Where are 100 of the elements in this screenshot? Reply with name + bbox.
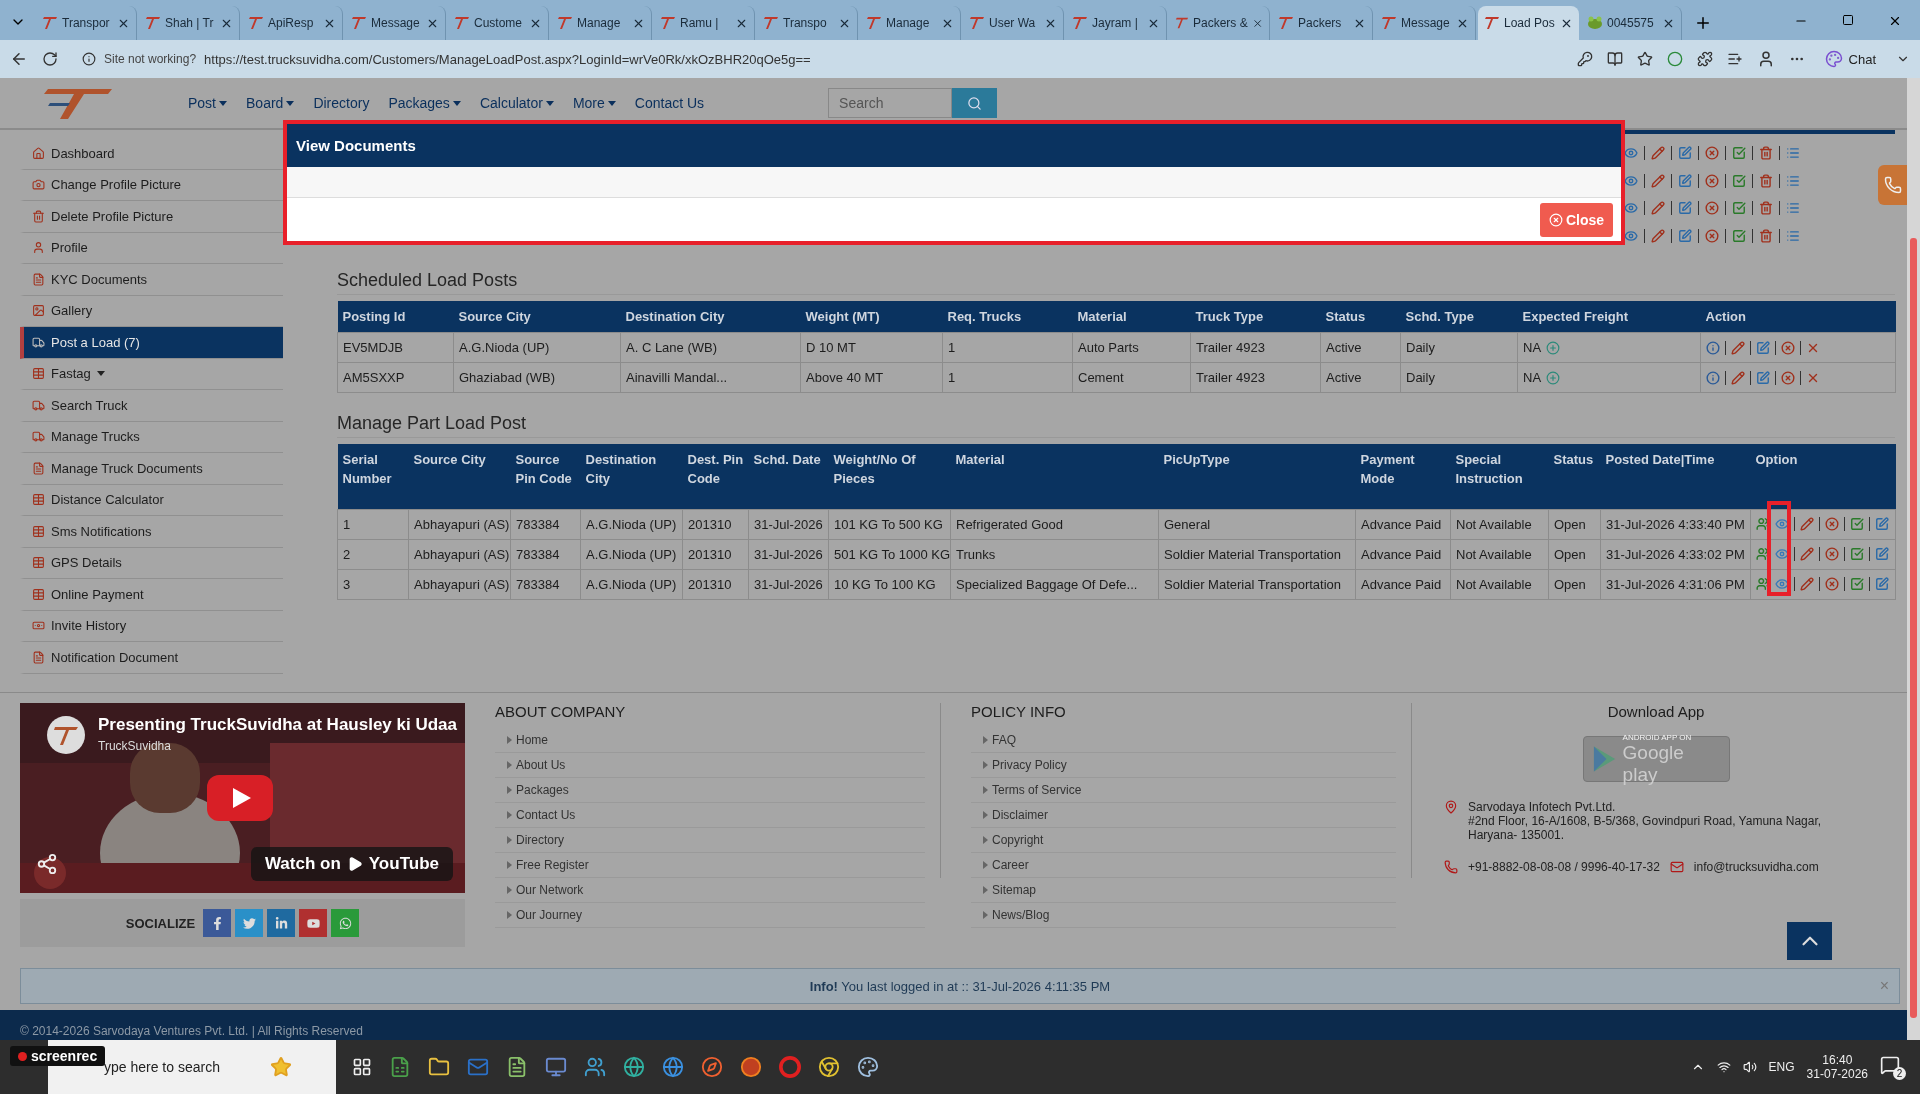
sidebar-item[interactable]: Manage Trucks bbox=[20, 421, 283, 453]
search-field[interactable]: Search bbox=[828, 88, 953, 118]
sidebar-item[interactable]: Post a Load (7) bbox=[20, 327, 283, 359]
reload-icon[interactable] bbox=[42, 51, 58, 67]
check-icon[interactable] bbox=[1732, 145, 1746, 160]
check-icon[interactable] bbox=[1850, 517, 1864, 531]
puzzle-icon[interactable] bbox=[1696, 51, 1713, 67]
pencil-icon[interactable] bbox=[1651, 173, 1665, 188]
sidebar-item[interactable]: GPS Details bbox=[20, 547, 283, 579]
sidebar-item[interactable]: Notification Document bbox=[20, 642, 283, 674]
phone-tab[interactable] bbox=[1878, 165, 1908, 205]
trash-icon[interactable] bbox=[1759, 173, 1773, 188]
cancel-icon[interactable] bbox=[1781, 340, 1795, 355]
pencil-icon[interactable] bbox=[1651, 145, 1665, 160]
footer-link[interactable]: News/Blog bbox=[971, 903, 1396, 928]
list-icon[interactable] bbox=[1786, 173, 1800, 188]
linkedin-icon[interactable] bbox=[267, 909, 296, 937]
check-icon[interactable] bbox=[1732, 229, 1746, 244]
sidebar-item[interactable]: Invite History bbox=[20, 610, 283, 642]
youtube-icon[interactable] bbox=[299, 909, 328, 937]
edit-icon[interactable] bbox=[1678, 173, 1692, 188]
eye-icon[interactable] bbox=[1624, 201, 1638, 216]
sidebar-item[interactable]: Distance Calculator bbox=[20, 484, 283, 516]
cancel-icon[interactable] bbox=[1705, 173, 1719, 188]
footer-link[interactable]: Our Journey bbox=[495, 903, 925, 928]
edit-icon[interactable] bbox=[1678, 229, 1692, 244]
eye-icon[interactable] bbox=[1624, 229, 1638, 244]
trash-icon[interactable] bbox=[1759, 201, 1773, 216]
footer-link[interactable]: Directory bbox=[495, 828, 925, 853]
site-warning[interactable]: Site not working? bbox=[104, 52, 197, 66]
edit-icon[interactable] bbox=[1756, 340, 1770, 355]
footer-link[interactable]: Privacy Policy bbox=[971, 753, 1396, 778]
edit-icon[interactable] bbox=[1678, 145, 1692, 160]
browser-icon[interactable] bbox=[779, 1056, 801, 1078]
eye-icon[interactable] bbox=[1775, 547, 1789, 561]
trash-icon[interactable] bbox=[1759, 229, 1773, 244]
pencil-icon[interactable] bbox=[1800, 547, 1814, 561]
nav-link[interactable]: Board bbox=[246, 95, 295, 111]
trash-icon[interactable] bbox=[1759, 145, 1773, 160]
chrome-icon[interactable] bbox=[818, 1056, 840, 1078]
footer-link[interactable]: Packages bbox=[495, 778, 925, 803]
eye-icon[interactable] bbox=[1775, 517, 1789, 531]
task-view-icon[interactable] bbox=[352, 1057, 372, 1077]
edit-icon[interactable] bbox=[1875, 547, 1889, 561]
sidebar-item[interactable]: Profile bbox=[20, 232, 283, 264]
back-icon[interactable] bbox=[10, 50, 28, 68]
edit-icon[interactable] bbox=[1875, 577, 1889, 591]
cancel-icon[interactable] bbox=[1705, 229, 1719, 244]
pencil-icon[interactable] bbox=[1800, 577, 1814, 591]
cancel-icon[interactable] bbox=[1705, 145, 1719, 160]
list-icon[interactable] bbox=[1786, 145, 1800, 160]
video-title[interactable]: Presenting TruckSuvidha at Hausley ki Udaa bbox=[98, 715, 458, 735]
maximize-icon[interactable] bbox=[1842, 14, 1854, 26]
sidebar-item[interactable]: Online Payment bbox=[20, 579, 283, 611]
sidebar-item[interactable]: Delete Profile Picture bbox=[20, 201, 283, 233]
browser-icon[interactable] bbox=[623, 1056, 645, 1078]
email-link[interactable]: info@trucksuvidha.com bbox=[1693, 860, 1819, 874]
footer-link[interactable]: Free Register bbox=[495, 853, 925, 878]
browser-icon[interactable] bbox=[740, 1056, 762, 1078]
footer-link[interactable]: Terms of Service bbox=[971, 778, 1396, 803]
list-icon[interactable] bbox=[1786, 229, 1800, 244]
check-icon[interactable] bbox=[1732, 201, 1746, 216]
edit-icon[interactable] bbox=[1678, 201, 1692, 216]
chat-button[interactable]: Chat bbox=[1818, 48, 1882, 70]
sidebar-item[interactable]: Search Truck bbox=[20, 390, 283, 422]
sidebar-item[interactable]: Sms Notifications bbox=[20, 516, 283, 548]
key-icon[interactable] bbox=[1576, 51, 1593, 67]
pencil-icon[interactable] bbox=[1731, 340, 1745, 355]
info-icon[interactable] bbox=[82, 52, 96, 66]
sidebar-item[interactable]: KYC Documents bbox=[20, 264, 283, 296]
nav-link[interactable]: Packages bbox=[388, 95, 461, 111]
browser-icon[interactable] bbox=[662, 1056, 684, 1078]
cancel-icon[interactable] bbox=[1705, 201, 1719, 216]
eye-icon[interactable] bbox=[1624, 145, 1638, 160]
eye-icon[interactable] bbox=[1624, 173, 1638, 188]
palette-icon[interactable] bbox=[857, 1056, 879, 1078]
footer-link[interactable]: Copyright bbox=[971, 828, 1396, 853]
nav-link[interactable]: More bbox=[572, 95, 616, 111]
url-text[interactable]: https://test.trucksuvidha.com/Customers/ManageLoadPost.aspx?LoginId=wrVe0Rk/xkOzBHR20qOe5g== bbox=[204, 51, 811, 67]
network-icon[interactable] bbox=[1716, 1060, 1731, 1074]
twitter-icon[interactable] bbox=[235, 909, 264, 937]
footer-link[interactable]: Contact Us bbox=[495, 803, 925, 828]
reader-icon[interactable] bbox=[1606, 51, 1623, 67]
footer-link[interactable]: FAQ bbox=[971, 728, 1396, 753]
extension-icon[interactable] bbox=[1666, 51, 1683, 67]
cancel-icon[interactable] bbox=[1825, 577, 1839, 591]
mail-icon[interactable] bbox=[467, 1056, 489, 1078]
pencil-icon[interactable] bbox=[1800, 517, 1814, 531]
star-icon[interactable] bbox=[1636, 51, 1653, 67]
whatsapp-icon[interactable] bbox=[331, 909, 360, 937]
browser-tab[interactable]: Load Pos bbox=[1478, 6, 1579, 40]
clock[interactable]: 16:40 31-07-2026 bbox=[1806, 1053, 1868, 1081]
sidebar-item[interactable]: Manage Truck Documents bbox=[20, 453, 283, 485]
spreadsheet-icon[interactable] bbox=[389, 1056, 411, 1078]
footer-link[interactable]: About Us bbox=[495, 753, 925, 778]
nav-link[interactable]: Calculator bbox=[479, 95, 554, 111]
nav-link[interactable]: Directory bbox=[313, 95, 370, 111]
compass-icon[interactable] bbox=[701, 1056, 723, 1078]
nav-link[interactable]: Post bbox=[188, 95, 227, 111]
check-icon[interactable] bbox=[1850, 577, 1864, 591]
